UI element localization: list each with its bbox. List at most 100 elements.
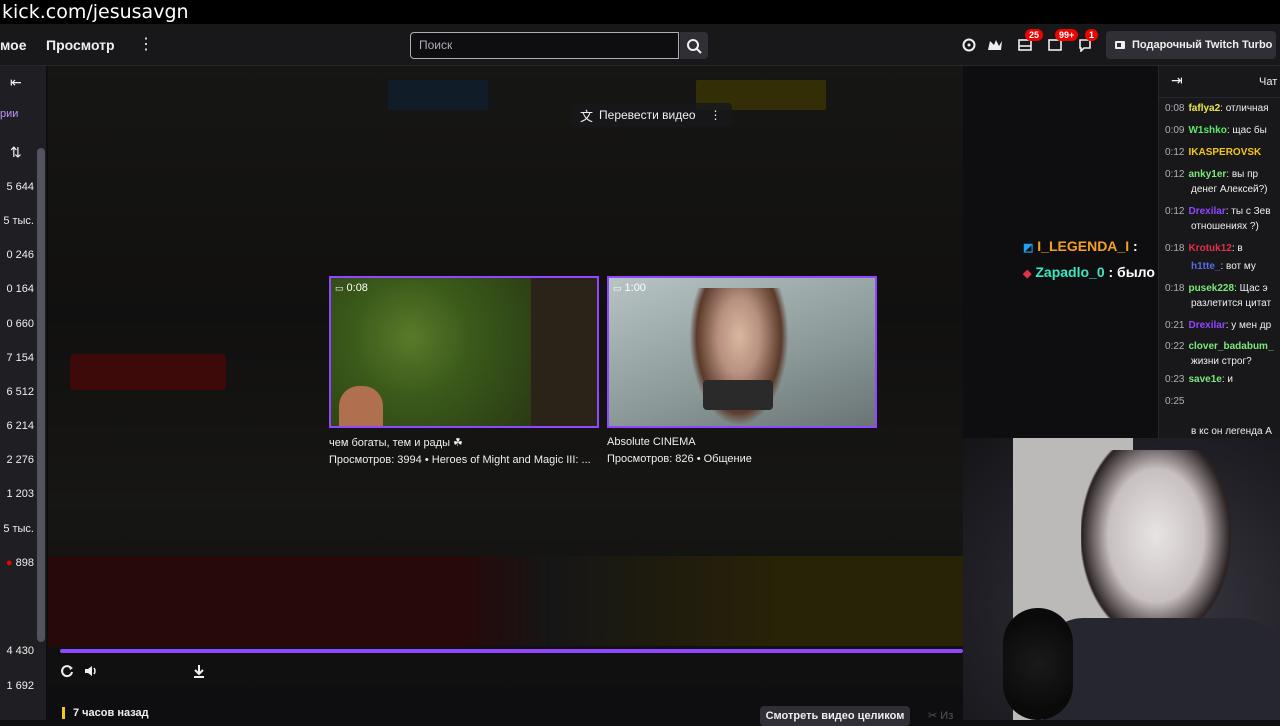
chat-username[interactable]: Krotuk12 xyxy=(1188,243,1231,254)
sidebar-viewer-count[interactable]: 1 203 xyxy=(0,488,34,500)
chat-timestamp: 0:22 xyxy=(1165,341,1185,352)
expand-chat-icon[interactable]: ⇥ xyxy=(1171,72,1183,89)
watch-full-video-button[interactable]: Смотреть видео целиком xyxy=(760,706,910,726)
volume-icon[interactable] xyxy=(82,662,100,680)
recommended-video-card[interactable]: ▭ 0:08 чем богаты, тем и рады ☘ Просмотр… xyxy=(329,276,599,466)
chat-text: в кс он легенда А xyxy=(1191,426,1272,437)
streamer-face-image xyxy=(339,386,383,426)
chat-username[interactable]: clover_badabum_ xyxy=(1188,341,1273,352)
chat-text: отношениях ?) xyxy=(1191,221,1259,232)
chat-username[interactable]: W1shko xyxy=(1188,125,1226,136)
chat-username[interactable]: Drexilar xyxy=(1188,320,1225,331)
gift-turbo-button[interactable]: Подарочный Twitch Turbo xyxy=(1106,31,1276,59)
sidebar-viewer-count[interactable]: 1 692 xyxy=(0,680,34,692)
chat-text: : вы пр xyxy=(1226,169,1259,180)
turbo-icon xyxy=(1115,41,1125,49)
nav-link-following[interactable]: мое xyxy=(0,37,27,53)
live-dot-icon: ● xyxy=(5,557,13,569)
video-title[interactable]: чем богаты, тем и рады ☘ xyxy=(329,436,599,449)
chat-text: : щас бы xyxy=(1226,125,1267,136)
chat-text: : ты с Зев xyxy=(1225,206,1271,217)
chat-message: h1tte_: вот му xyxy=(1191,260,1256,273)
sidebar-viewer-count[interactable]: 7 154 xyxy=(0,352,34,364)
more-menu-icon[interactable]: ⋮ xyxy=(138,34,154,54)
chat-message: 0:08 faflya2: отличная xyxy=(1165,102,1269,115)
chat-panel: ⇥ Чат 0:08 faflya2: отличная 0:09 W1shko: щ… xyxy=(1158,66,1280,438)
sidebar-viewer-count[interactable]: 6 214 xyxy=(0,420,34,432)
search-icon xyxy=(687,38,702,54)
top-navigation: мое Просмотр ⋮ Поиск 25 99+ 1 Подарочный… xyxy=(0,24,1280,66)
notifications-badge: 99+ xyxy=(1055,29,1079,41)
collapse-sidebar-icon[interactable]: ⇤ xyxy=(10,74,22,91)
chat-timestamp: 0:21 xyxy=(1165,320,1185,331)
chat-message: 0:22 clover_badabum_ xyxy=(1165,340,1274,353)
clip-button[interactable]: ✂ Из xyxy=(928,709,953,722)
inbox-icon[interactable]: 25 xyxy=(1016,29,1044,54)
sidebar-viewer-count[interactable]: 0 660 xyxy=(0,318,34,330)
nav-link-browse[interactable]: Просмотр xyxy=(46,37,115,53)
video-player[interactable]: 文 Перевести видео ⋮ ▭ 0:08 чем богаты, т… xyxy=(48,66,963,689)
chat-username[interactable]: Drexilar xyxy=(1188,206,1225,217)
video-title[interactable]: Absolute CINEMA xyxy=(607,436,877,448)
chat-text: : у мен др xyxy=(1225,320,1272,331)
overlay-username: Zapadlo_0 xyxy=(1035,264,1105,280)
scissors-icon: ✂ xyxy=(928,710,938,722)
replay-icon[interactable] xyxy=(58,662,76,680)
chat-message: 0:21 Drexilar: у мен др xyxy=(1165,319,1271,332)
download-icon[interactable] xyxy=(190,662,208,680)
recommended-video-card[interactable]: ▭ 1:00 Absolute CINEMA Просмотров: 826 •… xyxy=(607,276,877,465)
chat-text: разлетится цитат xyxy=(1191,298,1272,309)
chat-username[interactable]: faflya2 xyxy=(1188,103,1220,114)
video-meta: Просмотров: 826 • Общение xyxy=(607,453,752,465)
sidebar-viewer-count[interactable]: 5 тыс. xyxy=(0,523,34,535)
chat-message: 0:12 Drexilar: ты с Зев xyxy=(1165,205,1271,218)
sidebar-viewer-count[interactable]: 2 276 xyxy=(0,454,34,466)
search-button[interactable] xyxy=(680,32,708,59)
chat-message: 0:18 pusek228: Щас э xyxy=(1165,282,1268,295)
chat-message: в кс он легенда А xyxy=(1191,425,1272,438)
sidebar-viewer-count[interactable]: 5 тыс. xyxy=(0,215,34,227)
sidebar-viewer-count[interactable]: 5 644 xyxy=(0,181,34,193)
chat-username[interactable]: IKASPEROVSK xyxy=(1188,147,1261,158)
whispers-icon[interactable]: 1 xyxy=(1076,29,1099,54)
sort-icon[interactable]: ⇅ xyxy=(10,144,22,161)
camera-image xyxy=(703,380,773,410)
stream-overlay-chat-line: ◩ I_LEGENDA_I : xyxy=(1023,238,1138,254)
prime-icon[interactable] xyxy=(960,36,978,54)
notifications-icon[interactable]: 99+ xyxy=(1046,29,1079,54)
chat-timestamp: 0:18 xyxy=(1165,283,1185,294)
viewer-count: 898 xyxy=(15,557,34,569)
video-thumbnail[interactable]: ▭ 0:08 xyxy=(329,276,599,428)
chat-text: : и xyxy=(1221,374,1233,385)
url-watermark: kick.com/jesusavgn xyxy=(0,0,1280,24)
sidebar-viewer-count[interactable]: 6 512 xyxy=(0,386,34,398)
turbo-label: Подарочный Twitch Turbo xyxy=(1132,39,1273,51)
chat-username[interactable]: h1tte_ xyxy=(1191,261,1220,272)
sidebar-viewer-count-live[interactable]: ● 898 xyxy=(0,557,34,569)
chat-timestamp: 0:12 xyxy=(1165,169,1185,180)
sidebar-scrollbar[interactable] xyxy=(37,148,45,642)
video-thumbnail[interactable]: ▭ 1:00 xyxy=(607,276,877,428)
heart-badge-icon: ◆ xyxy=(1023,268,1032,280)
video-meta: Просмотров: 3994 • Heroes of Might and M… xyxy=(329,454,591,466)
translate-video-button[interactable]: 文 Перевести видео ⋮ xyxy=(572,103,732,127)
sidebar-viewer-count[interactable]: 0 164 xyxy=(0,283,34,295)
video-duration: ▭ 0:08 xyxy=(335,282,368,294)
twitter-badge-icon: ◩ xyxy=(1023,242,1034,254)
chat-username[interactable]: anky1er xyxy=(1188,169,1226,180)
search-input[interactable]: Поиск xyxy=(410,32,679,59)
chat-username[interactable]: pusek228 xyxy=(1188,283,1234,294)
sidebar-viewer-count[interactable]: 4 430 xyxy=(0,645,34,657)
chat-text: денег Алексей?) xyxy=(1191,184,1268,195)
progress-bar[interactable] xyxy=(60,649,963,653)
chat-header: ⇥ Чат xyxy=(1159,66,1280,98)
chat-message: 0:23 save1e: и xyxy=(1165,373,1233,386)
chat-username[interactable]: save1e xyxy=(1188,374,1221,385)
sidebar-viewer-count[interactable]: 0 246 xyxy=(0,249,34,261)
translate-more-icon[interactable]: ⋮ xyxy=(710,108,722,122)
joker-face-image xyxy=(1081,450,1231,640)
chat-message: разлетится цитат xyxy=(1191,297,1271,310)
chat-text: : отличная xyxy=(1220,103,1269,114)
video-duration: ▭ 1:00 xyxy=(613,282,646,294)
crown-icon[interactable] xyxy=(986,36,1004,54)
